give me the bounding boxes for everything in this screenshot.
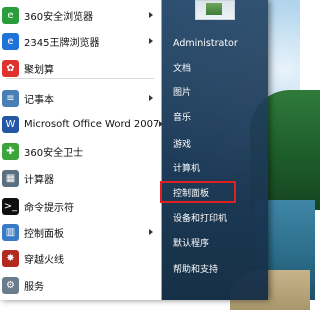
program-item-services[interactable]: ⚙ 服务 [0,273,161,297]
submenu-arrow-icon[interactable] [159,121,164,127]
program-item-control-panel[interactable]: ▥ 控制面板 [0,220,161,244]
places-item-administrator[interactable]: Administrator [167,33,263,53]
places-item-music[interactable]: 音乐 [167,106,263,126]
places-item-devices-and-printers[interactable]: 设备和打印机 [167,207,263,227]
notepad-icon: ≡ [2,89,19,107]
submenu-arrow-icon[interactable] [149,38,153,44]
program-item-juhuasuan[interactable]: ✿ 聚划算 [0,56,161,80]
crossfire-icon: ✸ [2,249,19,267]
submenu-arrow-icon[interactable] [149,229,153,235]
control-panel-highlight-box [160,181,236,203]
program-item-calculator[interactable]: ▦ 计算器 [0,166,161,190]
submenu-arrow-icon[interactable] [149,12,153,18]
program-item-word[interactable]: W Microsoft Office Word 2007 [0,112,164,136]
program-item-360-browser[interactable]: e 360安全浏览器 [0,3,161,27]
user-picture-image [206,3,222,15]
program-item-label: 控制面板 [24,228,64,240]
program-item-360-safe-guard[interactable]: ✚ 360安全卫士 [0,139,161,163]
services-icon: ⚙ [2,276,19,294]
program-item-label: 记事本 [24,94,54,106]
pinned-recent-separator [6,78,154,79]
360-safe-guard-icon: ✚ [2,142,19,160]
places-item-computer[interactable]: 计算机 [167,157,263,177]
program-item-label: 360安全浏览器 [24,11,94,23]
program-item-label: 聚划算 [24,64,54,76]
program-item-label: 服务 [24,281,44,293]
calculator-icon: ▦ [2,169,19,187]
2345-browser-icon: e [2,32,19,50]
word-icon: W [2,115,19,133]
places-item-documents[interactable]: 文档 [167,57,263,77]
360-browser-icon: e [2,6,19,24]
places-item-games[interactable]: 游戏 [167,133,263,153]
program-item-crossfire[interactable]: ✸ 穿越火线 [0,246,161,270]
command-prompt-icon: >_ [2,197,19,215]
program-item-label: 穿越火线 [24,254,64,266]
program-item-label: 命令提示符 [24,202,74,214]
program-item-label: 360安全卫士 [24,147,84,159]
program-item-command-prompt[interactable]: >_ 命令提示符 [0,194,161,218]
program-item-2345-browser[interactable]: e 2345王牌浏览器 [0,29,161,53]
submenu-arrow-icon[interactable] [149,95,153,101]
program-item-label: 2345王牌浏览器 [24,37,100,49]
program-item-label: Microsoft Office Word 2007 [24,118,160,130]
program-item-notepad[interactable]: ≡ 记事本 [0,86,161,110]
places-item-help-and-support[interactable]: 帮助和支持 [167,258,263,278]
juhuasuan-icon: ✿ [2,59,19,77]
places-item-default-programs[interactable]: 默认程序 [167,232,263,252]
program-item-label: 计算器 [24,174,54,186]
places-item-pictures[interactable]: 图片 [167,81,263,101]
control-panel-icon: ▥ [2,223,19,241]
